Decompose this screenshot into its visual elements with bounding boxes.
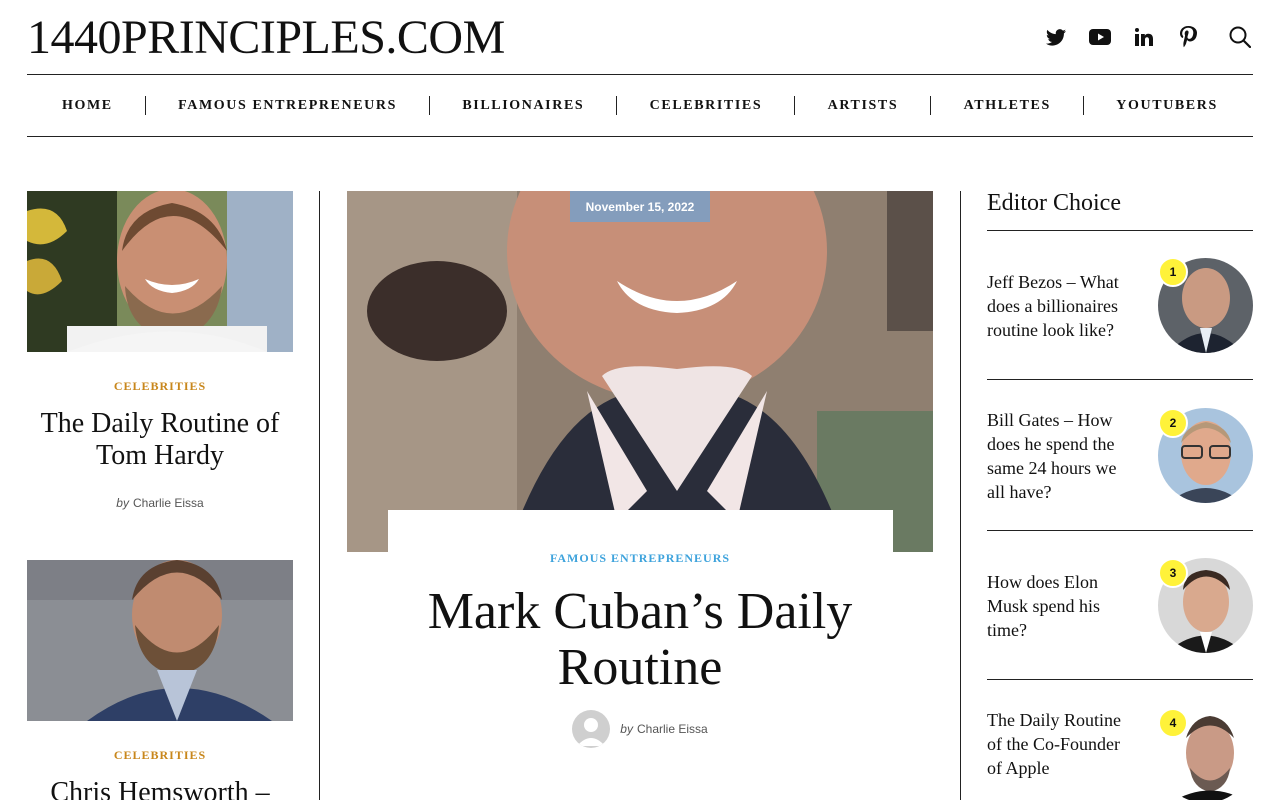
author-avatar[interactable]: [572, 710, 611, 748]
article-title[interactable]: Chris Hemsworth –: [27, 777, 293, 800]
nav-divider: [27, 136, 1253, 137]
byline-text: by Charlie Eissa: [620, 722, 707, 736]
main-nav: HOME FAMOUS ENTREPRENEURS BILLIONAIRES C…: [27, 75, 1253, 136]
pinterest-icon[interactable]: [1175, 24, 1201, 50]
site-logo[interactable]: 1440PRINCIPLES.COM: [27, 12, 505, 64]
article-card: CELEBRITIES The Daily Routine of Tom Har…: [27, 191, 293, 510]
editor-choice-divider: [987, 379, 1253, 380]
nav-separator: [616, 96, 618, 115]
article-author[interactable]: Charlie Eissa: [133, 496, 204, 510]
featured-byline: by Charlie Eissa: [347, 710, 933, 748]
social-links: [1025, 24, 1253, 50]
nav-separator: [930, 96, 932, 115]
linkedin-icon[interactable]: [1131, 24, 1157, 50]
article-category[interactable]: CELEBRITIES: [27, 379, 293, 394]
twitter-icon[interactable]: [1043, 24, 1069, 50]
editor-choice-heading: Editor Choice: [987, 190, 1121, 216]
editor-choice-item: The Daily Routine of the Co-Founder of A…: [987, 708, 1253, 800]
rank-badge: 1: [1158, 257, 1188, 287]
featured-image[interactable]: [347, 191, 933, 552]
editor-choice-title[interactable]: Bill Gates – How does he spend the same …: [987, 408, 1137, 504]
nav-celebrities[interactable]: CELEBRITIES: [650, 98, 763, 114]
nav-separator: [1083, 96, 1085, 115]
nav-youtubers[interactable]: YOUTUBERS: [1116, 98, 1218, 114]
post-date-badge[interactable]: November 15, 2022: [570, 191, 710, 222]
article-card: CELEBRITIES Chris Hemsworth –: [27, 560, 293, 800]
nav-separator: [144, 96, 146, 115]
column-divider-right: [960, 191, 961, 800]
search-icon[interactable]: [1227, 24, 1253, 50]
rank-badge: 4: [1158, 708, 1188, 738]
featured-category[interactable]: FAMOUS ENTREPRENEURS: [347, 551, 933, 566]
nav-artists[interactable]: ARTISTS: [828, 98, 899, 114]
article-byline: by Charlie Eissa: [27, 496, 293, 510]
column-divider-left: [319, 191, 320, 800]
nav-famous-entrepreneurs[interactable]: FAMOUS ENTREPRENEURS: [178, 98, 397, 114]
nav-billionaires[interactable]: BILLIONAIRES: [462, 98, 584, 114]
featured-title[interactable]: Mark Cuban’s Daily Routine: [347, 584, 933, 696]
article-thumbnail[interactable]: [27, 191, 293, 352]
byline-prefix: by: [116, 496, 129, 510]
nav-separator: [794, 96, 796, 115]
editor-choice-title[interactable]: The Daily Routine of the Co-Founder of A…: [987, 708, 1137, 780]
article-title[interactable]: The Daily Routine of Tom Hardy: [27, 408, 293, 472]
byline-prefix: by: [620, 722, 633, 736]
featured-card-bg: [388, 510, 893, 552]
rank-badge: 3: [1158, 558, 1188, 588]
editor-choice-divider: [987, 530, 1253, 531]
editor-choice-item: How does Elon Musk spend his time? 3: [987, 558, 1253, 670]
nav-athletes[interactable]: ATHLETES: [964, 98, 1051, 114]
editor-choice-title[interactable]: Jeff Bezos – What does a billionaires ro…: [987, 270, 1137, 342]
editor-choice-title[interactable]: How does Elon Musk spend his time?: [987, 570, 1137, 642]
editor-choice-item: Bill Gates – How does he spend the same …: [987, 408, 1253, 508]
article-thumbnail[interactable]: [27, 560, 293, 721]
editor-choice-item: Jeff Bezos – What does a billionaires ro…: [987, 257, 1253, 370]
featured-author[interactable]: Charlie Eissa: [637, 722, 708, 736]
nav-separator: [429, 96, 431, 115]
article-category[interactable]: CELEBRITIES: [27, 748, 293, 763]
editor-choice-divider: [987, 679, 1253, 680]
youtube-icon[interactable]: [1087, 24, 1113, 50]
site-header: 1440PRINCIPLES.COM: [27, 0, 1253, 74]
editor-choice-divider: [987, 230, 1253, 231]
nav-home[interactable]: HOME: [62, 98, 113, 114]
rank-badge: 2: [1158, 408, 1188, 438]
